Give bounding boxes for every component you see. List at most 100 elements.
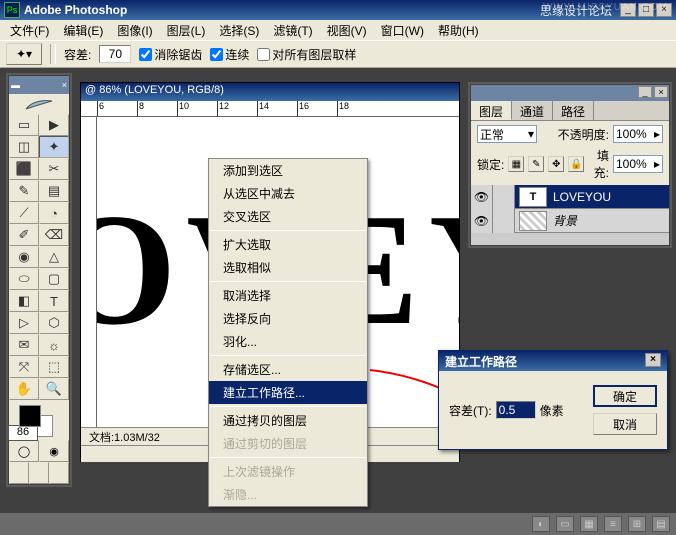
ctx-item[interactable]: 选取相似 — [209, 256, 367, 279]
ctx-item: 通过剪切的图层 — [209, 432, 367, 455]
ctx-item[interactable]: 通过拷贝的图层 — [209, 409, 367, 432]
well-icon[interactable]: ▭ — [556, 516, 574, 532]
tool-2[interactable]: ◫ — [9, 136, 39, 158]
link-cell[interactable] — [493, 209, 515, 233]
tool-9[interactable]: ◔ — [39, 202, 69, 224]
screenmode-row — [9, 462, 69, 484]
visibility-icon[interactable]: 👁 — [471, 209, 493, 233]
tool-12[interactable]: ◉ — [9, 246, 39, 268]
well-icon[interactable]: ⊞ — [628, 516, 646, 532]
tool-5[interactable]: ✂ — [39, 158, 69, 180]
all-layers-checkbox[interactable] — [257, 48, 270, 61]
ctx-item[interactable]: 选择反向 — [209, 307, 367, 330]
tool-1[interactable]: ▶ — [39, 114, 69, 136]
lock-transparency-icon[interactable]: ▦ — [508, 156, 524, 172]
fill-input[interactable]: 100%▸ — [613, 155, 663, 173]
menu-filter[interactable]: 滤镜(T) — [267, 21, 318, 40]
screen-2[interactable] — [29, 462, 49, 484]
tool-25[interactable]: 🔍 — [39, 378, 69, 400]
dialog-close-button[interactable]: × — [645, 353, 661, 367]
layer-row[interactable]: 👁 T LOVEYOU — [471, 185, 669, 209]
tool-24[interactable]: ✋ — [9, 378, 39, 400]
tool-21[interactable]: ☼ — [39, 334, 69, 356]
menu-help[interactable]: 帮助(H) — [432, 21, 485, 40]
contiguous-option[interactable]: 连续 — [210, 46, 249, 63]
lock-pixels-icon[interactable]: ✎ — [528, 156, 544, 172]
tool-15[interactable]: ▢ — [39, 268, 69, 290]
ctx-item[interactable]: 交叉选区 — [209, 205, 367, 228]
tab-paths[interactable]: 路径 — [553, 101, 594, 120]
lock-position-icon[interactable]: ✥ — [548, 156, 564, 172]
tool-17[interactable]: T — [39, 290, 69, 312]
well-icon[interactable]: ▦ — [580, 516, 598, 532]
layer-row[interactable]: 👁 背景 — [471, 209, 669, 233]
standard-mode[interactable]: ◯ — [9, 440, 39, 462]
antialias-checkbox[interactable] — [139, 48, 152, 61]
tool-preset-picker[interactable]: ✦▾ — [6, 43, 42, 65]
tool-10[interactable]: ✐ — [9, 224, 39, 246]
tab-channels[interactable]: 通道 — [512, 101, 553, 120]
ok-button[interactable]: 确定 — [593, 385, 657, 407]
tool-6[interactable]: ✎ — [9, 180, 39, 202]
tool-3[interactable]: ✦ — [39, 136, 69, 158]
tool-4[interactable]: ⬛ — [9, 158, 39, 180]
menu-view[interactable]: 视图(V) — [321, 21, 373, 40]
ctx-item[interactable]: 存储选区... — [209, 358, 367, 381]
opacity-input[interactable]: 100%▸ — [613, 125, 663, 143]
tool-16[interactable]: ◧ — [9, 290, 39, 312]
tool-14[interactable]: ⬭ — [9, 268, 39, 290]
menu-select[interactable]: 选择(S) — [213, 21, 265, 40]
lock-all-icon[interactable]: 🔒 — [568, 156, 584, 172]
layers-list: 👁 T LOVEYOU 👁 背景 — [471, 185, 669, 245]
contiguous-checkbox[interactable] — [210, 48, 223, 61]
tool-0[interactable]: ▭ — [9, 114, 39, 136]
layers-panel: _ × 图层 通道 路径 正常▾ 不透明度: 100%▸ 锁定: ▦ ✎ ✥ 🔒… — [470, 84, 670, 246]
screen-1[interactable] — [9, 462, 29, 484]
ctx-item[interactable]: 添加到选区 — [209, 159, 367, 182]
ctx-item[interactable]: 建立工作路径... — [209, 381, 367, 404]
tolerance-label: 容差: — [64, 46, 91, 63]
tool-23[interactable]: ⬚ — [39, 356, 69, 378]
menu-image[interactable]: 图像(I) — [111, 21, 158, 40]
tool-13[interactable]: △ — [39, 246, 69, 268]
panel-header[interactable]: _ × — [471, 85, 669, 101]
tool-20[interactable]: ✉ — [9, 334, 39, 356]
well-icon[interactable]: ◐ — [532, 516, 550, 532]
cancel-button[interactable]: 取消 — [593, 413, 657, 435]
tool-11[interactable]: ⌫ — [39, 224, 69, 246]
tool-22[interactable]: ⤧ — [9, 356, 39, 378]
toolbox-header[interactable]: ▬× — [9, 76, 69, 94]
panel-close-icon[interactable]: × — [654, 86, 668, 98]
layer-thumb[interactable] — [519, 211, 547, 231]
quickmask-mode[interactable]: ◉ — [39, 440, 69, 462]
screen-3[interactable] — [49, 462, 69, 484]
ctx-item[interactable]: 扩大选取 — [209, 233, 367, 256]
tool-7[interactable]: ▤ — [39, 180, 69, 202]
menu-file[interactable]: 文件(F) — [4, 21, 55, 40]
ctx-item[interactable]: 取消选择 — [209, 284, 367, 307]
foreground-color[interactable] — [19, 405, 41, 427]
tool-8[interactable]: ⟋ — [9, 202, 39, 224]
tolerance-input[interactable] — [99, 45, 131, 63]
panel-min-icon[interactable]: _ — [638, 86, 652, 98]
dialog-tolerance-input[interactable] — [496, 401, 536, 419]
toolbox-feather-icon — [9, 94, 69, 114]
zoom-field[interactable]: 86 — [8, 425, 38, 441]
ctx-item[interactable]: 羽化... — [209, 330, 367, 353]
tool-19[interactable]: ⬡ — [39, 312, 69, 334]
well-icon[interactable]: ≡ — [604, 516, 622, 532]
all-layers-option[interactable]: 对所有图层取样 — [257, 46, 356, 63]
ctx-item[interactable]: 从选区中减去 — [209, 182, 367, 205]
ruler-vertical — [81, 117, 97, 427]
tab-layers[interactable]: 图层 — [471, 101, 512, 120]
menu-edit[interactable]: 编辑(E) — [57, 21, 109, 40]
blend-mode-select[interactable]: 正常▾ — [477, 125, 537, 143]
antialias-option[interactable]: 消除锯齿 — [139, 46, 202, 63]
well-icon[interactable]: ▤ — [652, 516, 670, 532]
link-cell[interactable] — [493, 185, 515, 209]
menu-layer[interactable]: 图层(L) — [161, 21, 212, 40]
tool-18[interactable]: ▷ — [9, 312, 39, 334]
layer-thumb[interactable]: T — [519, 187, 547, 207]
menu-window[interactable]: 窗口(W) — [375, 21, 430, 40]
visibility-icon[interactable]: 👁 — [471, 185, 493, 209]
